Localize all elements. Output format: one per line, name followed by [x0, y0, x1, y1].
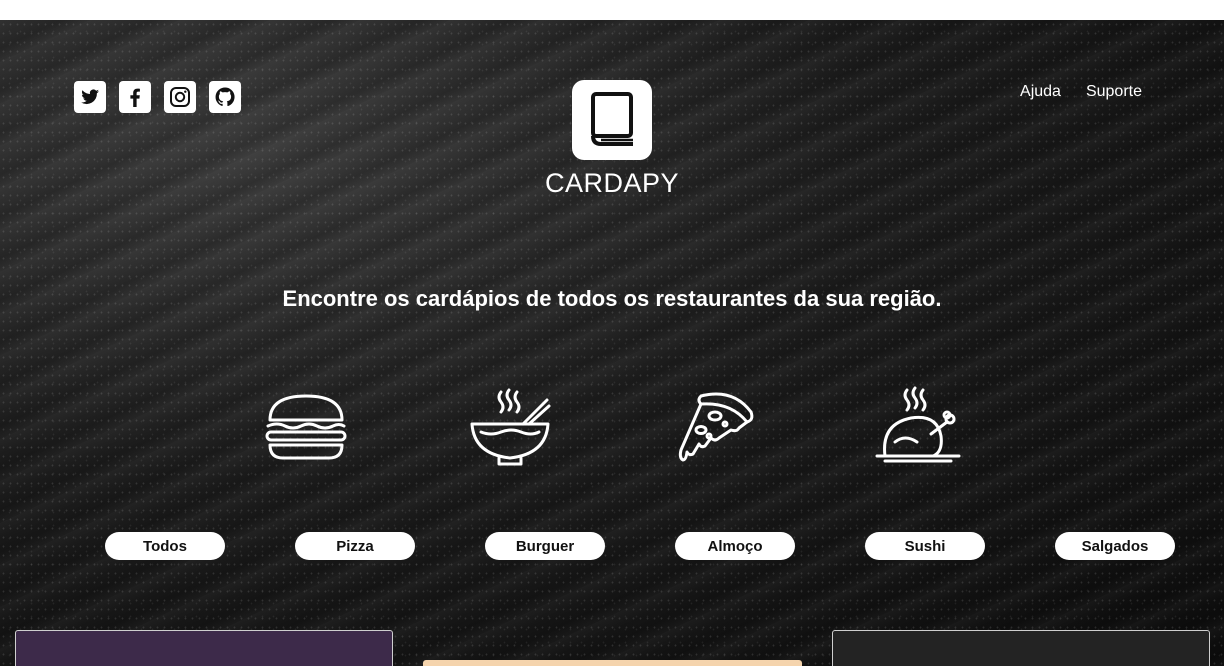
- category-salgados-button[interactable]: Salgados: [1055, 532, 1175, 560]
- category-sushi-button[interactable]: Sushi: [865, 532, 985, 560]
- roast-chicken-icon: [875, 386, 961, 463]
- restaurant-card[interactable]: [423, 660, 802, 666]
- category-filter: Todos Pizza Burguer Almoço Sushi Salgado…: [0, 532, 1224, 560]
- logo[interactable]: [572, 80, 652, 160]
- nav-help-link[interactable]: Ajuda: [1020, 83, 1061, 101]
- top-white-bar: [0, 0, 1224, 20]
- book-icon: [591, 92, 633, 146]
- pizza-slice-icon: [678, 392, 754, 462]
- brand-name: CARDAPY: [544, 168, 680, 198]
- category-todos-button[interactable]: Todos: [105, 532, 225, 560]
- top-nav: Ajuda Suporte: [1020, 83, 1142, 101]
- category-almoco-button[interactable]: Almoço: [675, 532, 795, 560]
- noodle-bowl-icon: [470, 388, 551, 466]
- category-pizza-button[interactable]: Pizza: [295, 532, 415, 560]
- hero-section: CARDAPY Ajuda Suporte Encontre os cardáp…: [0, 20, 1224, 666]
- category-burguer-button[interactable]: Burguer: [485, 532, 605, 560]
- burger-icon: [265, 394, 347, 460]
- food-icons-row: [0, 386, 1224, 470]
- restaurant-card[interactable]: [832, 630, 1210, 666]
- restaurant-card[interactable]: [15, 630, 393, 666]
- nav-support-link[interactable]: Suporte: [1086, 83, 1142, 101]
- tagline: Encontre os cardápios de todos os restau…: [282, 286, 942, 311]
